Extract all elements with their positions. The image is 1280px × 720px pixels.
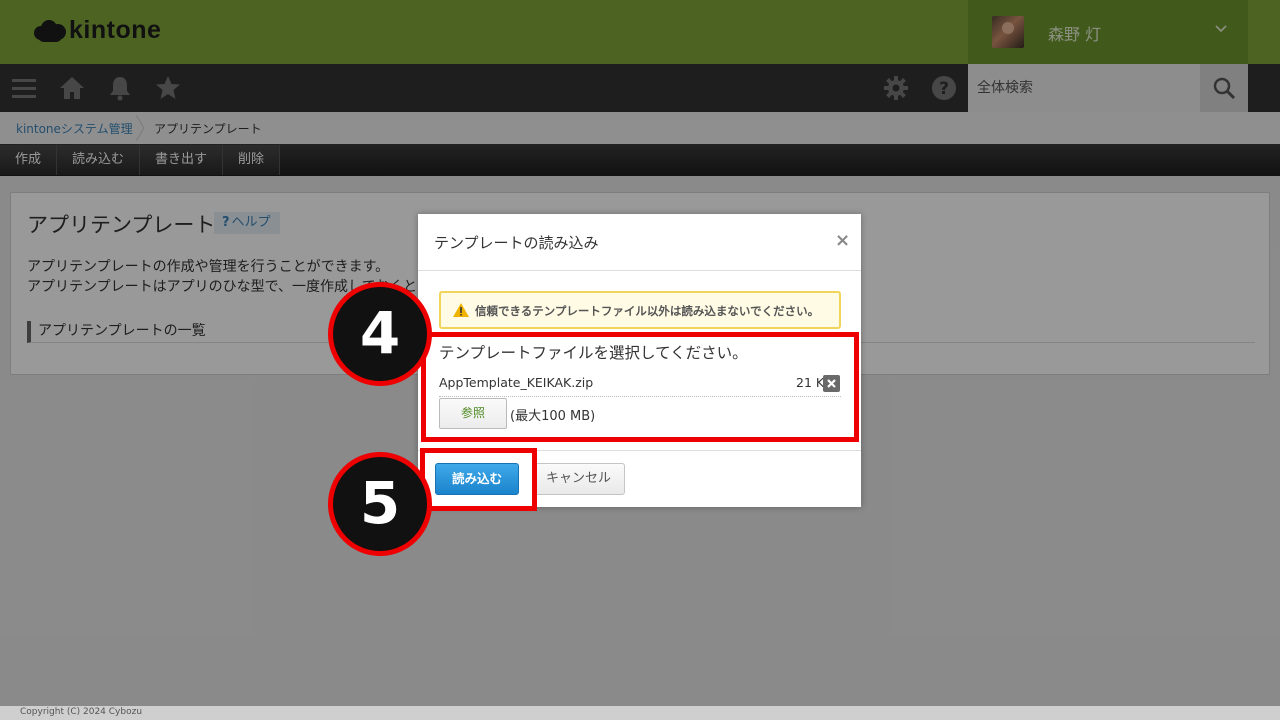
warning-icon xyxy=(453,303,469,317)
copyright-text: Copyright (C) 2024 Cybozu xyxy=(20,707,143,717)
warning-message: 信頼できるテンプレートファイル以外は読み込まないでください。 xyxy=(439,291,841,329)
step-5-badge: 5 xyxy=(328,452,432,556)
footer: Copyright (C) 2024 Cybozu xyxy=(0,706,1280,720)
dialog-title: テンプレートの読み込み xyxy=(434,234,599,252)
close-icon[interactable]: × xyxy=(835,230,850,251)
warning-text: 信頼できるテンプレートファイル以外は読み込まないでください。 xyxy=(475,304,820,318)
step-4-badge: 4 xyxy=(328,282,432,386)
highlight-import-button xyxy=(420,448,537,511)
highlight-file-selection xyxy=(421,332,859,442)
cancel-button[interactable]: キャンセル xyxy=(532,463,625,495)
dialog-divider xyxy=(418,270,861,271)
